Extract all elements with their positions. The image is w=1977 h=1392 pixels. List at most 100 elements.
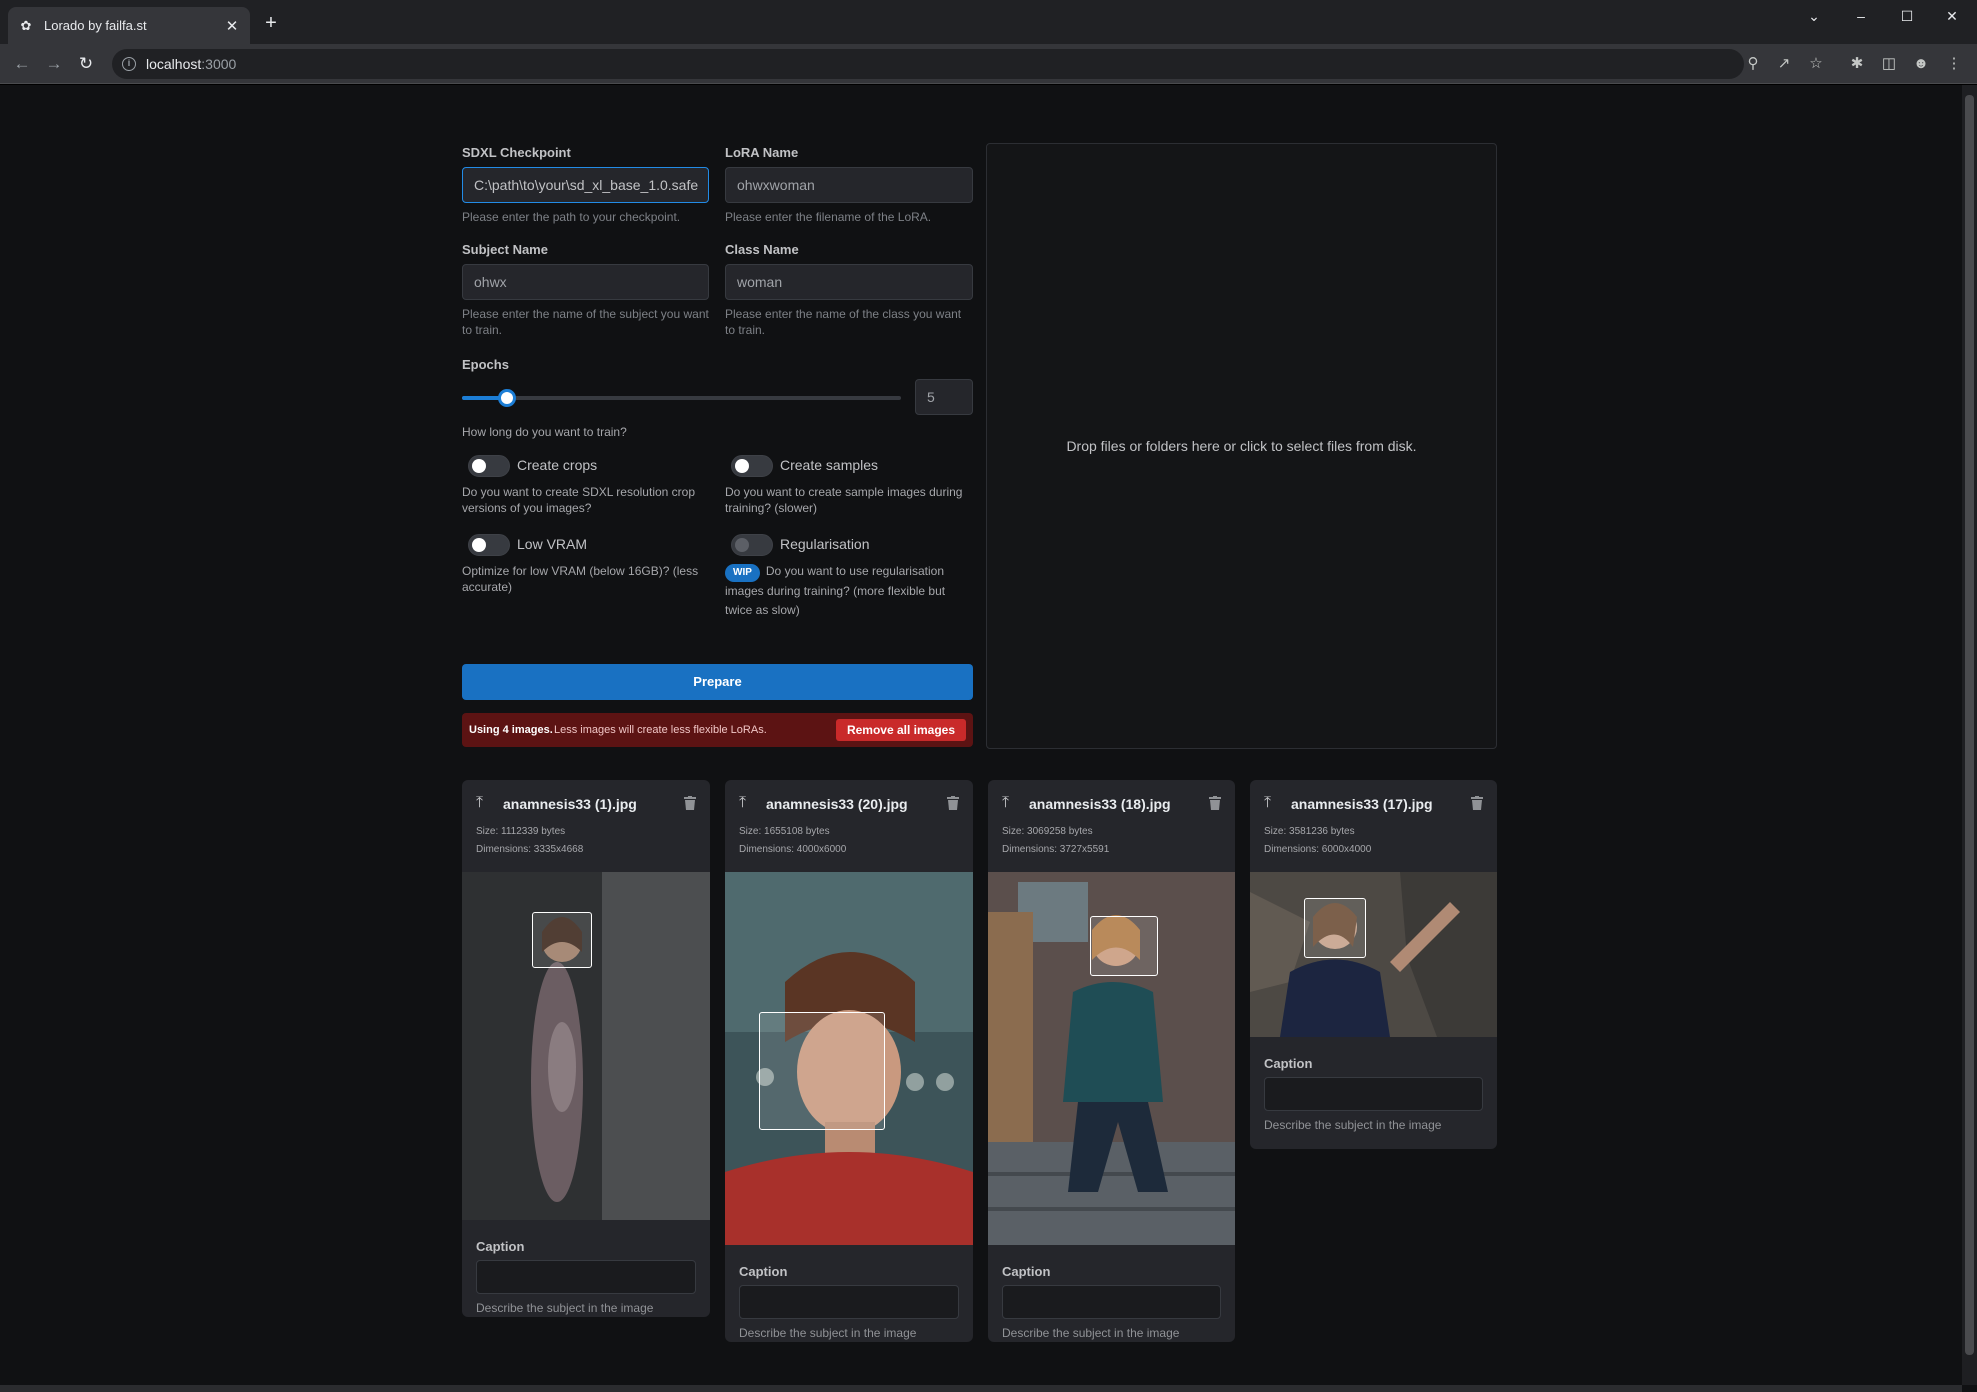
share-icon[interactable]: ↗ [1774, 54, 1794, 74]
file-dropzone[interactable]: Drop files or folders here or click to s… [986, 143, 1497, 749]
image-preview [462, 872, 710, 1220]
wip-badge: WIP [725, 564, 760, 582]
epochs-slider-thumb[interactable] [498, 389, 517, 407]
new-tab-icon[interactable]: + [262, 13, 280, 33]
close-tab-icon[interactable]: ✕ [224, 17, 240, 35]
page-viewport: SDXL Checkpoint C:\path\to\your\sd_xl_ba… [0, 85, 1977, 1392]
horizontal-scrollbar[interactable] [0, 1385, 1962, 1392]
menu-kebab-icon[interactable]: ⋮ [1944, 54, 1964, 74]
create-samples-toggle[interactable] [731, 455, 773, 477]
image-count-hint: Less images will create less flexible Lo… [554, 724, 767, 736]
image-size: Size: 1655108 bytes [739, 826, 830, 837]
side-panel-icon[interactable]: ◫ [1879, 54, 1899, 74]
back-icon[interactable]: ← [11, 53, 33, 75]
dropzone-message: Drop files or folders here or click to s… [1066, 438, 1417, 454]
image-filename: anamnesis33 (1).jpg [503, 796, 637, 812]
subject-name-description: Please enter the name of the subject you… [462, 307, 709, 337]
caption-input[interactable] [739, 1285, 959, 1319]
create-crops-description: Do you want to create SDXL resolution cr… [462, 485, 696, 515]
lora-name-description: Please enter the filename of the LoRA. [725, 210, 932, 224]
class-name-description: Please enter the name of the class you w… [725, 307, 962, 337]
trash-icon[interactable] [1209, 796, 1221, 810]
caption-hint: Describe the subject in the image [1002, 1326, 1180, 1340]
low-vram-description: Optimize for low VRAM (below 16GB)? (les… [462, 564, 699, 594]
trash-icon[interactable] [1471, 796, 1483, 810]
subject-name-label: Subject Name [462, 242, 548, 257]
image-preview [725, 872, 973, 1245]
scrollbar-thumb[interactable] [1965, 95, 1974, 1355]
caption-input[interactable] [1264, 1077, 1483, 1111]
close-window-icon[interactable]: ✕ [1942, 8, 1962, 25]
lorado-favicon-icon: ✿ [20, 17, 32, 33]
upload-icon: ⤒ [1002, 794, 1010, 811]
checkpoint-label: SDXL Checkpoint [462, 145, 571, 160]
image-filename: anamnesis33 (18).jpg [1029, 796, 1171, 812]
extensions-icon[interactable]: ✱ [1847, 54, 1867, 74]
face-detection-box [532, 912, 592, 968]
face-detection-box [759, 1012, 885, 1130]
image-preview [1250, 872, 1497, 1037]
browser-tabbar: ✿ Lorado by failfa.st ✕ + ⌄ – ☐ ✕ [0, 0, 1977, 44]
forward-icon[interactable]: → [43, 53, 65, 75]
image-card: ⤒ anamnesis33 (17).jpg Size: 3581236 byt… [1250, 780, 1497, 1149]
maximize-icon[interactable]: ☐ [1897, 8, 1917, 25]
low-vram-label: Low VRAM [517, 536, 588, 552]
image-count-text: Using 4 images. [469, 724, 553, 736]
class-name-input[interactable]: woman [725, 264, 973, 300]
upload-icon: ⤒ [739, 794, 747, 811]
low-vram-toggle[interactable] [468, 534, 510, 556]
url-host: localhost [146, 56, 202, 72]
prepare-button[interactable]: Prepare [462, 664, 973, 700]
caption-label: Caption [476, 1239, 525, 1254]
image-card: ⤒ anamnesis33 (18).jpg Size: 3069258 byt… [988, 780, 1235, 1342]
image-dimensions: Dimensions: 3335x4668 [476, 844, 584, 855]
remove-all-images-button[interactable]: Remove all images [835, 719, 966, 741]
image-card: ⤒ anamnesis33 (1).jpg Size: 1112339 byte… [462, 780, 710, 1317]
caption-label: Caption [1264, 1056, 1313, 1071]
image-card: ⤒ anamnesis33 (20).jpg Size: 1655108 byt… [725, 780, 973, 1342]
browser-toolbar: ← → ↻ i localhost:3000 ⚲ ↗ ☆ ✱ ◫ ☻ ⋮ [0, 44, 1977, 84]
checkpoint-description: Please enter the path to your checkpoint… [462, 210, 681, 224]
caption-hint: Describe the subject in the image [1264, 1118, 1442, 1132]
class-name-label: Class Name [725, 242, 799, 257]
lora-name-input[interactable]: ohwxwoman [725, 167, 973, 203]
minimize-icon[interactable]: – [1851, 8, 1871, 24]
caption-label: Caption [1002, 1264, 1051, 1279]
regularisation-description-block: WIP Do you want to use regularisation ima… [725, 562, 970, 620]
site-info-icon[interactable]: i [122, 57, 136, 71]
trash-icon[interactable] [947, 796, 959, 810]
profile-avatar-icon[interactable]: ☻ [1911, 54, 1931, 74]
reload-icon[interactable]: ↻ [75, 53, 97, 75]
caption-hint: Describe the subject in the image [476, 1301, 654, 1315]
image-filename: anamnesis33 (20).jpg [766, 796, 908, 812]
create-crops-label: Create crops [517, 457, 598, 473]
checkpoint-input[interactable]: C:\path\to\your\sd_xl_base_1.0.safe [462, 167, 709, 203]
address-bar[interactable]: i localhost:3000 [112, 49, 1744, 79]
image-count-alert: Using 4 images. Less images will create … [462, 713, 973, 747]
create-crops-toggle[interactable] [468, 455, 510, 477]
caption-input[interactable] [476, 1260, 696, 1294]
epochs-number-input[interactable]: 5 [915, 379, 973, 415]
tab-search-chevron-icon[interactable]: ⌄ [1804, 8, 1824, 25]
browser-tab[interactable]: ✿ Lorado by failfa.st ✕ [8, 7, 250, 44]
epochs-slider[interactable] [462, 389, 901, 407]
face-detection-box [1304, 898, 1366, 958]
epochs-label: Epochs [462, 357, 509, 372]
image-filename: anamnesis33 (17).jpg [1291, 796, 1433, 812]
image-size: Size: 3581236 bytes [1264, 826, 1355, 837]
trash-icon[interactable] [684, 796, 696, 810]
bookmark-star-icon[interactable]: ☆ [1806, 54, 1826, 74]
create-samples-label: Create samples [780, 457, 879, 473]
vertical-scrollbar[interactable] [1962, 85, 1977, 1385]
zoom-icon[interactable]: ⚲ [1743, 54, 1763, 74]
regularisation-label: Regularisation [780, 536, 870, 552]
face-detection-box [1090, 916, 1158, 976]
image-size: Size: 1112339 bytes [476, 826, 566, 837]
url-port: :3000 [201, 56, 237, 72]
caption-hint: Describe the subject in the image [739, 1326, 917, 1340]
subject-name-input[interactable]: ohwx [462, 264, 709, 300]
image-dimensions: Dimensions: 3727x5591 [1002, 844, 1110, 855]
regularisation-toggle[interactable] [731, 534, 773, 556]
caption-input[interactable] [1002, 1285, 1221, 1319]
create-samples-description: Do you want to create sample images duri… [725, 485, 963, 515]
